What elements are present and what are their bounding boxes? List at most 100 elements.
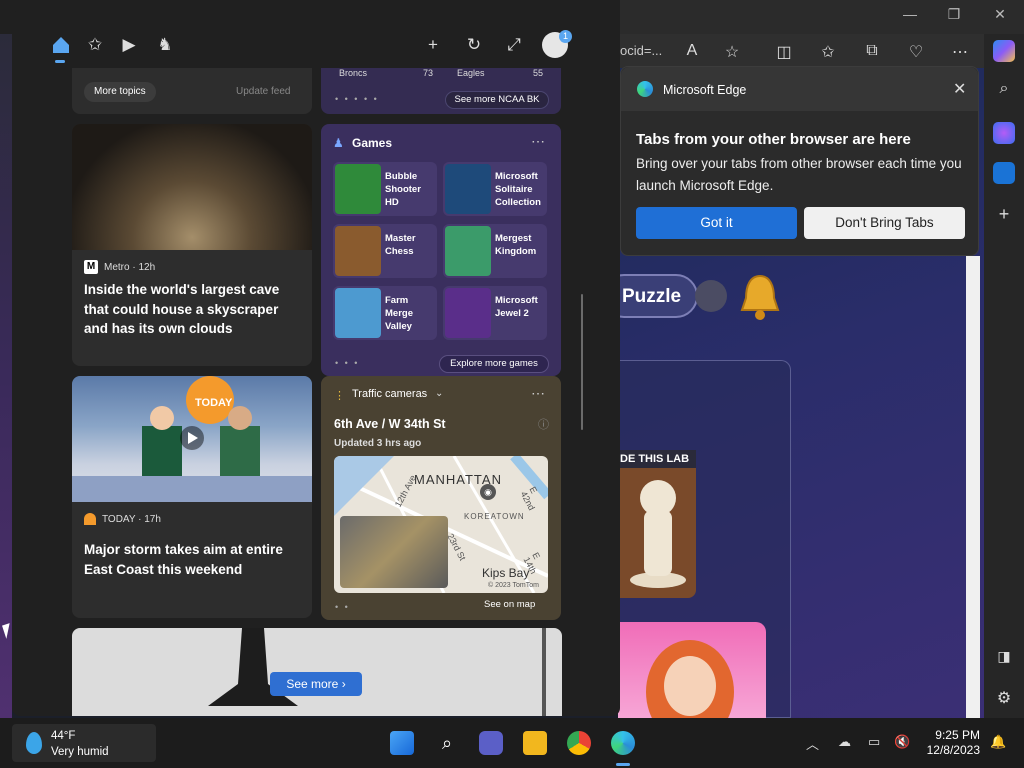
windows-start-icon[interactable] — [390, 731, 414, 755]
outlook-icon[interactable] — [993, 162, 1015, 184]
close-icon[interactable]: ✕ — [953, 79, 966, 99]
active-app-indicator — [616, 763, 630, 766]
address-bar-text[interactable]: ocid=... — [620, 43, 662, 58]
humidity-drop-icon — [26, 732, 42, 754]
more-menu-icon[interactable]: ⋯ — [950, 42, 970, 62]
game-item[interactable]: Microsoft Jewel 2 — [443, 286, 547, 340]
bell-icon[interactable] — [738, 272, 782, 322]
team-score: 55 — [533, 68, 544, 78]
chess-tile-label: DE THIS LAB — [618, 450, 696, 468]
favorites-star-icon[interactable]: ✩ — [84, 34, 106, 56]
news-headline[interactable]: Major storm takes aim at entire East Coa… — [84, 540, 299, 579]
search-icon[interactable]: ⌕ — [993, 80, 1015, 102]
traffic-light-icon: ⋮ — [334, 390, 345, 402]
news-headline[interactable]: Inside the world's largest cave that cou… — [84, 280, 299, 339]
add-widget-icon[interactable]: + — [422, 34, 444, 56]
notification-bell-icon[interactable]: 🔔 — [990, 734, 1006, 750]
video-icon[interactable]: ▶ — [118, 34, 140, 56]
game-item[interactable]: Farm Merge Valley — [333, 286, 437, 340]
more-topics-button[interactable]: More topics — [84, 82, 156, 102]
see-more-ncaa-button[interactable]: See more NCAA BK — [445, 91, 549, 109]
game-name: Microsoft Jewel 2 — [495, 295, 538, 319]
refresh-icon[interactable]: ↻ — [463, 34, 485, 56]
copilot-icon[interactable] — [993, 40, 1015, 62]
team-score: 73 — [423, 68, 434, 78]
cloud-sync-icon[interactable]: ☁ — [838, 734, 851, 750]
chevron-down-icon[interactable]: ⌄ — [435, 388, 443, 399]
minimize-button[interactable]: — — [898, 6, 922, 22]
pager-dots[interactable]: • • • • • — [335, 94, 379, 104]
camera-icon[interactable]: ◉ — [480, 484, 496, 500]
camera-snapshot[interactable] — [340, 516, 448, 588]
favorite-star-icon[interactable]: ☆ — [722, 42, 742, 62]
game-item[interactable]: Mergest Kingdom — [443, 224, 547, 278]
file-explorer-icon[interactable] — [523, 731, 547, 755]
traffic-title[interactable]: Traffic cameras — [352, 388, 427, 400]
weather-condition: Very humid — [51, 746, 109, 758]
settings-gear-icon[interactable]: ⚙ — [993, 688, 1015, 710]
close-button[interactable]: ✕ — [988, 6, 1012, 23]
game-name: Farm Merge Valley — [385, 295, 413, 332]
system-clock[interactable]: 9:25 PM 12/8/2023 — [924, 728, 980, 758]
game-tile-character[interactable] — [618, 622, 766, 744]
search-icon[interactable]: ⌕ — [435, 731, 459, 755]
news-card[interactable]: M Metro · 12h Inside the world's largest… — [72, 124, 312, 366]
network-icon[interactable]: ▭ — [868, 734, 880, 750]
volume-mute-icon[interactable]: 🔇 — [894, 734, 910, 750]
ncaa-widget[interactable]: Broncs 73 Eagles 55 • • • • • See more N… — [321, 68, 561, 114]
news-source: TODAY · 17h — [84, 513, 161, 525]
see-on-map-button[interactable]: See on map — [484, 599, 535, 610]
chevron-right-icon: › — [341, 677, 346, 691]
pager-dots[interactable]: • • — [335, 602, 350, 612]
update-feed-button[interactable]: Update feed — [226, 82, 301, 102]
traffic-map[interactable]: MANHATTAN KOREATOWN 12th Ave E 42nd 23rd… — [334, 456, 548, 593]
clock-time: 9:25 PM — [935, 728, 980, 742]
team-name: Eagles — [457, 68, 485, 78]
favorites-icon[interactable]: ✩ — [818, 42, 838, 62]
read-aloud-icon[interactable]: A — [682, 42, 702, 60]
gaming-icon[interactable]: ♞ — [154, 34, 176, 56]
more-options-icon[interactable]: ⋯ — [531, 133, 545, 150]
taskbar: 44°F Very humid ⌕ ︿ ☁ ▭ 🔇 9:25 PM 12/8/2… — [0, 718, 1024, 768]
map-credit: © 2023 TomTom — [488, 582, 539, 589]
today-show-image: TODAY — [72, 376, 312, 502]
edge-sidebar: ⌕ + ◨ ⚙ — [984, 34, 1024, 718]
see-more-button[interactable]: See more › — [270, 672, 362, 696]
browser-essentials-icon[interactable]: ♡ — [906, 42, 926, 62]
weather-temp: 44°F — [51, 730, 76, 742]
games-title: Games — [352, 136, 393, 150]
weather-widget[interactable]: 44°F Very humid — [12, 724, 156, 762]
chevron-up-icon[interactable]: ︿ — [806, 734, 819, 753]
teams-chat-icon[interactable] — [479, 731, 503, 755]
got-it-button[interactable]: Got it — [636, 207, 797, 239]
explore-games-button[interactable]: Explore more games — [439, 355, 549, 373]
page-scrollbar[interactable] — [966, 256, 980, 718]
chess-game-tile[interactable] — [618, 450, 696, 598]
collections-icon[interactable]: ⧉ — [862, 42, 882, 60]
home-icon[interactable] — [50, 34, 72, 56]
pager-dots[interactable]: • • • — [335, 358, 359, 368]
games-widget: ♟ Games ⋯ Bubble Shooter HD Microsoft So… — [321, 124, 561, 376]
hide-sidebar-icon[interactable]: ◨ — [993, 648, 1015, 670]
popup-body: Bring over your tabs from other browser … — [636, 156, 962, 193]
more-options-icon[interactable]: ⋯ — [531, 385, 545, 402]
dont-bring-tabs-button[interactable]: Don't Bring Tabs — [804, 207, 965, 239]
game-item[interactable]: Bubble Shooter HD — [333, 162, 437, 216]
copilot-sidebar-icon[interactable] — [993, 122, 1015, 144]
widgets-scrollbar[interactable] — [581, 294, 583, 430]
info-icon[interactable]: ⓘ — [538, 416, 549, 432]
chrome-icon[interactable] — [567, 731, 591, 755]
expand-icon[interactable]: ⤢ — [503, 34, 525, 56]
notification-badge: 1 — [559, 30, 572, 43]
see-more-label: See more — [286, 677, 339, 691]
split-screen-icon[interactable]: ◫ — [774, 42, 794, 62]
restore-button[interactable]: ❐ — [942, 6, 966, 23]
map-label-kips-bay: Kips Bay — [482, 566, 530, 580]
game-thumbnail — [445, 164, 491, 214]
edge-icon[interactable] — [611, 731, 635, 755]
add-icon[interactable]: + — [993, 204, 1015, 226]
game-item[interactable]: Microsoft Solitaire Collection — [443, 162, 547, 216]
source-label: Metro · 12h — [104, 261, 156, 273]
news-card[interactable]: TODAY TODAY · 17h Major storm takes aim … — [72, 376, 312, 618]
game-item[interactable]: Master Chess — [333, 224, 437, 278]
